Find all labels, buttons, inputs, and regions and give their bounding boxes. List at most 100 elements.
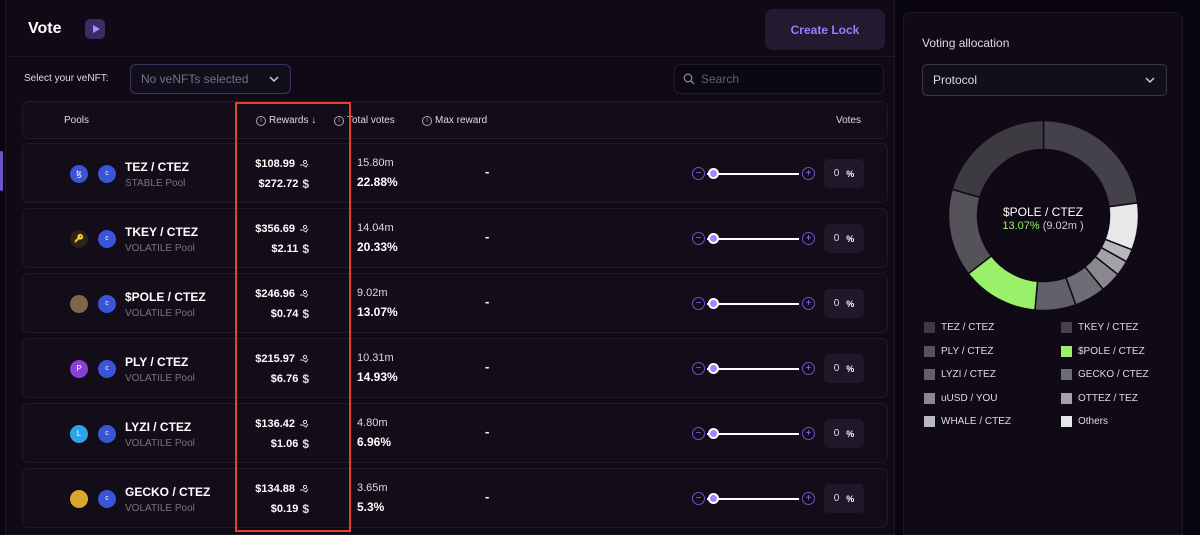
reward-fees: $215.97 (255, 353, 309, 365)
total-votes-amount: 9.02m (357, 287, 388, 299)
hand-coin-icon (300, 419, 309, 428)
total-votes-amount: 10.31m (357, 352, 394, 364)
increase-vote-button[interactable]: + (802, 167, 815, 180)
ctez-token-icon: c (97, 164, 117, 184)
vote-slider-thumb[interactable] (708, 363, 719, 374)
legend-item: $POLE / CTEZ (1061, 345, 1145, 357)
decrease-vote-button[interactable]: − (692, 362, 705, 375)
legend-swatch (924, 345, 935, 357)
header-votes: Votes (836, 115, 862, 126)
hand-coin-icon (300, 484, 309, 493)
reward-fees: $356.69 (255, 223, 309, 235)
ctez-token-icon: c (97, 229, 117, 249)
increase-vote-button[interactable]: + (802, 362, 815, 375)
reward-bribes: $6.76 $ (270, 372, 309, 386)
increase-vote-button[interactable]: + (802, 232, 815, 245)
table-row[interactable]: ꜩ c TEZ / CTEZ STABLE Pool $108.99 $272.72 $ 15… (22, 143, 888, 203)
decrease-vote-button[interactable]: − (692, 492, 705, 505)
protocol-select[interactable]: Protocol (922, 64, 1167, 96)
vote-percent-input[interactable]: 0% (824, 419, 864, 448)
header-pools[interactable]: Pools (64, 115, 89, 126)
header-total-votes[interactable]: i Total votes (334, 115, 395, 126)
increase-vote-button[interactable]: + (802, 492, 815, 505)
max-reward: - (485, 489, 490, 504)
decrease-vote-button[interactable]: − (692, 167, 705, 180)
pool-type: VOLATILE Pool (125, 503, 195, 514)
vote-slider-track[interactable] (707, 173, 799, 175)
venft-select[interactable]: No veNFTs selected (130, 64, 291, 94)
vote-slider-thumb[interactable] (708, 428, 719, 439)
header-max-reward[interactable]: i Max reward (422, 115, 487, 126)
vote-percent-input[interactable]: 0% (824, 159, 864, 188)
vote-percent-input[interactable]: 0% (824, 484, 864, 513)
legend-item: GECKO / CTEZ (1061, 369, 1149, 380)
total-votes-amount: 3.65m (357, 482, 388, 494)
reward-bribes: $272.72 $ (258, 177, 309, 191)
vote-slider-thumb[interactable] (708, 233, 719, 244)
vote-slider-thumb[interactable] (708, 298, 719, 309)
vote-slider-track[interactable] (707, 368, 799, 370)
max-reward: - (485, 359, 490, 374)
legend-swatch (924, 322, 935, 333)
decrease-vote-button[interactable]: − (692, 427, 705, 440)
vote-percent-input[interactable]: 0% (824, 224, 864, 253)
token-icon (69, 489, 89, 509)
legend-item: TKEY / CTEZ (1061, 322, 1138, 333)
legend-swatch (1061, 416, 1072, 427)
search-input[interactable] (701, 72, 871, 86)
legend-item: PLY / CTEZ (924, 345, 993, 357)
vote-slider-track[interactable] (707, 303, 799, 305)
active-nav-indicator (0, 151, 3, 191)
table-row[interactable]: c GECKO / CTEZ VOLATILE Pool $134.88 $0.19 $ 3… (22, 468, 888, 528)
allocation-title: Voting allocation (922, 36, 1010, 50)
legend-item: OTTEZ / TEZ (1061, 392, 1138, 404)
table-row[interactable]: 🔑 c TKEY / CTEZ VOLATILE Pool $356.69 $2.11 $ 1… (22, 208, 888, 268)
reward-bribes: $0.74 $ (270, 307, 309, 321)
decrease-vote-button[interactable]: − (692, 232, 705, 245)
increase-vote-button[interactable]: + (802, 297, 815, 310)
donut-slice[interactable] (1042, 119, 1139, 208)
max-reward: - (485, 424, 490, 439)
create-lock-button[interactable]: Create Lock (765, 9, 885, 50)
vote-slider-track[interactable] (707, 238, 799, 240)
vote-percent-input[interactable]: 0% (824, 354, 864, 383)
table-row[interactable]: Lc LYZI / CTEZ VOLATILE Pool $136.42 $1.06 $ 4… (22, 403, 888, 463)
increase-vote-button[interactable]: + (802, 427, 815, 440)
video-play-button[interactable] (85, 19, 105, 39)
reward-bribes: $0.19 $ (270, 502, 309, 516)
legend-swatch (924, 392, 935, 404)
dollar-icon: $ (302, 242, 309, 256)
pool-name: TKEY / CTEZ (125, 225, 199, 239)
vote-slider-track[interactable] (707, 498, 799, 500)
vote-slider-track[interactable] (707, 433, 799, 435)
search-box[interactable] (674, 64, 884, 94)
decrease-vote-button[interactable]: − (692, 297, 705, 310)
donut-slice[interactable] (951, 119, 1045, 199)
token-icon: L (69, 424, 89, 444)
vote-slider-thumb[interactable] (708, 168, 719, 179)
pool-type: VOLATILE Pool (125, 373, 195, 384)
venft-select-value: No veNFTs selected (141, 72, 249, 86)
dollar-icon: $ (302, 307, 309, 321)
hand-coin-icon (300, 159, 309, 168)
legend-swatch (924, 369, 935, 380)
table-row[interactable]: c $POLE / CTEZ VOLATILE Pool $246.96 $0.74 $ 9… (22, 273, 888, 333)
table-row[interactable]: Pc PLY / CTEZ VOLATILE Pool $215.97 $6.76 $ 10… (22, 338, 888, 398)
total-votes-percent: 22.88% (357, 175, 398, 189)
vote-percent-input[interactable]: 0% (824, 289, 864, 318)
total-votes-percent: 6.96% (357, 435, 392, 449)
pool-name: $POLE / CTEZ (125, 290, 206, 304)
dollar-icon: $ (302, 372, 309, 386)
page-title: Vote (28, 20, 62, 37)
legend-item: Others (1061, 416, 1108, 427)
reward-bribes: $2.11 $ (271, 242, 309, 256)
vote-slider-thumb[interactable] (708, 493, 719, 504)
total-votes-percent: 14.93% (357, 370, 398, 384)
legend-swatch (924, 416, 935, 427)
reward-bribes: $1.06 $ (270, 437, 309, 451)
pool-type: STABLE Pool (125, 178, 186, 189)
donut-center-value: 13.07% (9.02m ) (1002, 220, 1084, 232)
total-votes-amount: 4.80m (357, 417, 388, 429)
header-rewards[interactable]: i Rewards ↓ (256, 115, 316, 126)
chevron-down-icon (269, 76, 279, 83)
